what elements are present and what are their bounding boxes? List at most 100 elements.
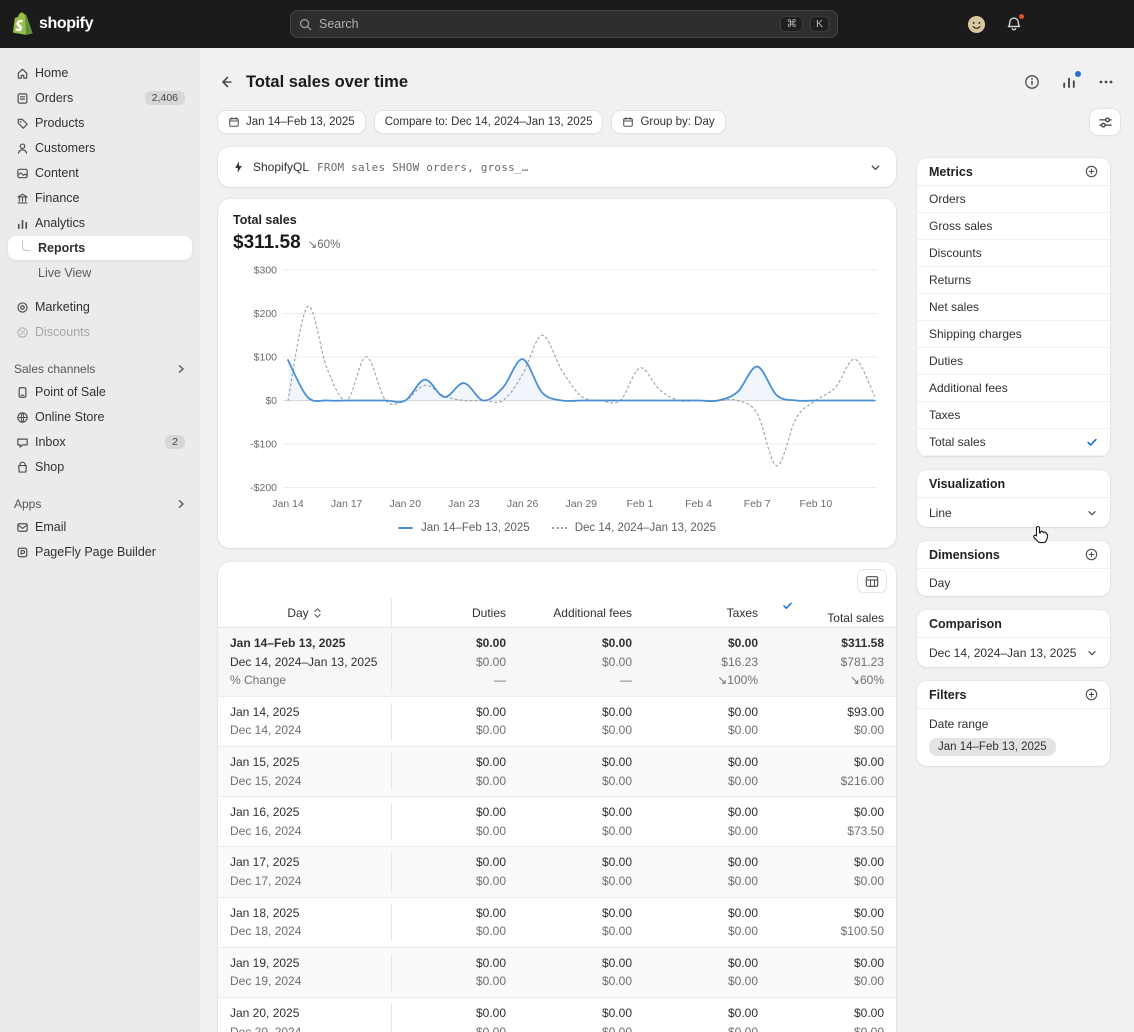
sidebar-item-analytics[interactable]: Analytics [8,211,192,235]
kbd-command: ⌘ [780,16,803,33]
analytics-bars-icon [15,217,29,230]
svg-text:Jan 29: Jan 29 [565,498,597,510]
svg-text:-$100: -$100 [250,439,277,451]
metric-item[interactable]: Gross sales [917,213,1110,240]
marketing-icon [15,301,29,314]
date-range-filter-label: Date range [929,717,1098,731]
back-arrow-button[interactable] [218,74,234,90]
shopifyql-query-bar[interactable]: ShopifyQL FROM sales SHOW orders, gross_… [218,147,896,187]
query-text: FROM sales SHOW orders, gross_… [317,161,529,174]
legend-previous-period: Dec 14, 2024–Jan 13, 2025 [575,522,716,534]
sort-icon [313,607,322,619]
comparison-heading: Comparison [929,617,1002,631]
comparison-card: Comparison Dec 14, 2024–Jan 13, 2025 [917,610,1110,667]
notifications-bell-icon[interactable] [1006,16,1022,32]
search-icon [299,18,312,31]
metric-item[interactable]: Total sales [917,429,1110,456]
sidebar-item-reports[interactable]: Reports [8,236,192,260]
table-body: Jan 14–Feb 13, 2025 Dec 14, 2024–Jan 13,… [218,628,896,1032]
sidebar-item-point-of-sale[interactable]: Point of Sale [8,380,192,404]
metric-item[interactable]: Returns [917,267,1110,294]
sidebar-item-label: Content [35,166,79,180]
svg-text:$100: $100 [254,352,278,364]
column-header-duties[interactable]: Duties [392,606,518,620]
metric-item[interactable]: Net sales [917,294,1110,321]
add-dimension-icon[interactable] [1085,548,1098,561]
metric-item[interactable]: Orders [917,186,1110,213]
compare-to-pill[interactable]: Compare to: Dec 14, 2024–Jan 13, 2025 [375,111,603,133]
store-avatar[interactable] [967,15,986,34]
sidebar-item-inbox[interactable]: Inbox 2 [8,430,192,454]
group-by-pill[interactable]: Group by: Day [612,111,724,133]
metric-item[interactable]: Additional fees [917,375,1110,402]
table-row[interactable]: Jan 20, 2025 Dec 20, 2024 $0.00 $0.00 $0… [218,998,896,1032]
insights-icon[interactable] [1061,74,1077,90]
sidebar-item-content[interactable]: Content [8,161,192,185]
add-filter-icon[interactable] [1085,688,1098,701]
email-icon [15,521,29,534]
calendar-icon [228,116,240,128]
sidebar-item-marketing[interactable]: Marketing [8,295,192,319]
sidebar-item-label: Analytics [35,216,85,230]
sidebar-item-customers[interactable]: Customers [8,136,192,160]
table-row[interactable]: Jan 14, 2025 Dec 14, 2024 $0.00 $0.00 $0… [218,697,896,747]
svg-text:Jan 17: Jan 17 [331,498,363,510]
tree-connector [22,240,30,251]
sidebar-item-home[interactable]: Home [8,61,192,85]
table-row[interactable]: Jan 18, 2025 Dec 18, 2024 $0.00 $0.00 $0… [218,898,896,948]
date-range-pill[interactable]: Jan 14–Feb 13, 2025 [218,111,365,133]
sales-table-card: Day Duties Additional fees Taxes Total s… [218,562,896,1032]
date-range-filter-chip[interactable]: Jan 14–Feb 13, 2025 [929,738,1056,756]
check-icon [782,600,884,611]
shopify-logo[interactable]: shopify [12,12,93,35]
panel-settings-button[interactable] [1090,109,1120,135]
column-header-day[interactable]: Day [218,598,392,627]
page-title: Total sales over time [246,73,408,92]
sidebar-item-shop[interactable]: Shop [8,455,192,479]
metric-item[interactable]: Duties [917,348,1110,375]
column-header-total-sales[interactable]: Total sales [770,600,896,626]
metric-item[interactable]: Discounts [917,240,1110,267]
more-options-icon[interactable] [1098,74,1114,90]
info-icon[interactable] [1024,74,1040,90]
inbox-count-badge: 2 [165,435,185,449]
lightning-icon [232,160,245,174]
apps-heading[interactable]: Apps [14,497,186,511]
column-header-additional-fees[interactable]: Additional fees [518,606,644,620]
legend-solid-swatch [398,527,413,529]
table-summary-row[interactable]: Jan 14–Feb 13, 2025 Dec 14, 2024–Jan 13,… [218,628,896,697]
chart-metric-change: ↘60% [308,237,341,251]
shop-bag-icon [15,461,29,474]
table-row[interactable]: Jan 15, 2025 Dec 15, 2024 $0.00 $0.00 $0… [218,747,896,797]
table-view-icon[interactable] [858,570,886,592]
chart-metric-label: Total sales [233,213,881,227]
chart-metric-value: $311.58 [233,232,301,254]
global-search-input[interactable]: Search ⌘ K [290,10,838,38]
table-row[interactable]: Jan 19, 2025 Dec 19, 2024 $0.00 $0.00 $0… [218,948,896,998]
table-row[interactable]: Jan 16, 2025 Dec 16, 2024 $0.00 $0.00 $0… [218,797,896,847]
finance-bank-icon [15,192,29,205]
dimension-item[interactable]: Day [917,569,1110,596]
inbox-chat-icon [15,436,29,449]
chevron-down-icon[interactable] [869,161,882,174]
column-header-taxes[interactable]: Taxes [644,606,770,620]
sidebar-item-discounts[interactable]: Discounts [8,320,192,344]
sidebar-item-email[interactable]: Email [8,515,192,539]
sidebar-item-products[interactable]: Products [8,111,192,135]
sales-channels-heading[interactable]: Sales channels [14,362,186,376]
sidebar-item-live-view[interactable]: Live View [8,261,192,285]
visualization-select[interactable]: Line [917,498,1110,527]
svg-text:$200: $200 [254,308,278,320]
sidebar-item-orders[interactable]: Orders 2,406 [8,86,192,110]
metric-item[interactable]: Shipping charges [917,321,1110,348]
sidebar-item-pagefly[interactable]: PageFly Page Builder [8,540,192,564]
svg-text:Jan 23: Jan 23 [448,498,480,510]
sidebar-item-online-store[interactable]: Online Store [8,405,192,429]
table-row[interactable]: Jan 17, 2025 Dec 17, 2024 $0.00 $0.00 $0… [218,847,896,897]
svg-text:Feb 1: Feb 1 [626,498,653,510]
add-metric-icon[interactable] [1085,165,1098,178]
sidebar-item-finance[interactable]: Finance [8,186,192,210]
metric-item[interactable]: Taxes [917,402,1110,429]
svg-text:$300: $300 [254,265,278,277]
comparison-select[interactable]: Dec 14, 2024–Jan 13, 2025 [917,638,1110,667]
